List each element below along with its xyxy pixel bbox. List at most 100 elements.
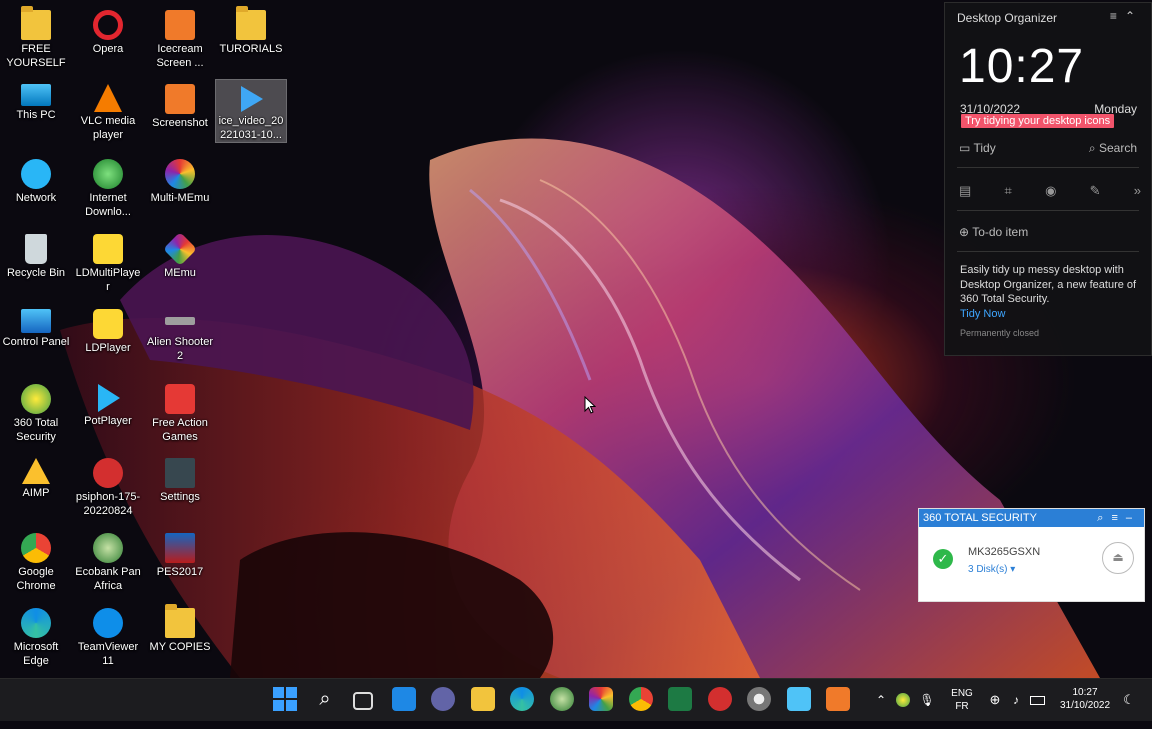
battery-icon[interactable] (1028, 679, 1046, 721)
collapse-icon[interactable]: ⌃ (1125, 9, 1143, 23)
crop-icon[interactable]: ⌗ (1005, 183, 1012, 199)
tidy-now-link[interactable]: Tidy Now (960, 308, 1005, 320)
free-action-games-icon (165, 384, 195, 414)
menu-icon[interactable]: ≡ (1111, 512, 1125, 524)
psiphon-icon[interactable] (708, 687, 732, 711)
desktop-icon[interactable]: Internet Downlo... (73, 153, 143, 219)
desktop-icon[interactable]: Multi-MEmu (145, 153, 215, 205)
network-globe-icon[interactable]: ⊕ (986, 679, 1004, 721)
desktop-icon[interactable]: Ecobank Pan Africa (73, 527, 143, 593)
tray-chevron-icon[interactable]: ⌃ (872, 679, 890, 721)
file-explorer-icon[interactable] (471, 687, 495, 711)
desktop-icon[interactable]: Icecream Screen ... (145, 4, 215, 70)
desktop-icon[interactable]: Google Chrome (1, 527, 71, 593)
microphone-icon[interactable]: 🎙 (918, 679, 936, 721)
todo-item-button[interactable]: ⊕ To-do item (959, 225, 1028, 239)
desktop-icon[interactable]: This PC (1, 78, 71, 122)
desktop-icon[interactable]: Screenshot (145, 78, 215, 130)
desktop-icon[interactable]: AIMP (1, 452, 71, 500)
desktop-icon[interactable]: Settings (145, 452, 215, 504)
icon-label: Free Action Games (152, 417, 208, 443)
icon-label: Alien Shooter 2 (146, 336, 214, 362)
settings-gear-icon[interactable] (747, 687, 771, 711)
desktop-icon[interactable]: Recycle Bin (1, 228, 71, 280)
security-titlebar: 360 TOTAL SECURITY ⌕≡– (919, 509, 1144, 527)
desktop: FREE YOURSELF Opera Icecream Screen ... … (0, 0, 300, 678)
icon-label: LDMultiPlaye r (75, 267, 141, 293)
settings-icon (165, 458, 195, 488)
security-controls: ⌕≡– (1097, 509, 1140, 527)
menu-icon[interactable]: ≡ (1110, 9, 1125, 23)
volume-icon[interactable]: ♪ (1007, 679, 1025, 721)
icon-label: Google Chrome (16, 566, 56, 592)
desktop-icon[interactable]: FREE YOURSELF (1, 4, 71, 70)
minimize-icon[interactable]: – (1126, 512, 1140, 524)
notepad-icon[interactable] (787, 687, 811, 711)
notifications-moon-icon[interactable]: ☾ (1120, 679, 1138, 721)
icon-label: ice_video_20 221031-10... (218, 115, 284, 141)
icon-label: VLC media player (80, 115, 136, 141)
play-icon (241, 86, 263, 112)
desktop-icon[interactable]: Control Panel (1, 303, 71, 349)
desktop-icon[interactable]: TeamViewer 11 (73, 602, 143, 668)
search-icon[interactable]: ⌕ (313, 687, 337, 711)
search-icon[interactable]: ⌕ (1097, 512, 1111, 524)
idm-globe-icon (93, 159, 123, 189)
desktop-icon[interactable]: 360 Total Security (1, 378, 71, 444)
desktop-icon-selected[interactable]: ice_video_20 221031-10... (215, 79, 287, 143)
icon-label: Recycle Bin (6, 267, 66, 279)
desktop-icon[interactable]: Opera (73, 4, 143, 56)
desktop-icon[interactable]: PotPlayer (73, 378, 143, 428)
desktop-icon[interactable]: Network (1, 153, 71, 205)
language-indicator[interactable]: ENG FR (946, 679, 978, 729)
eye-icon[interactable]: ◉ (1045, 183, 1056, 199)
add-circle-icon: ⊕ (959, 225, 970, 239)
more-chevron-icon[interactable]: » (1134, 183, 1141, 199)
icecream-recorder-icon[interactable] (826, 687, 850, 711)
desktop-icon[interactable]: psiphon-175-20220824 (73, 452, 143, 518)
clock[interactable]: 10:27 31/10/2022 (1054, 679, 1116, 728)
ecobank-icon[interactable] (550, 687, 574, 711)
permanently-closed-link[interactable]: Permanently closed (960, 328, 1039, 338)
desktop-icon[interactable]: MEmu (145, 228, 215, 280)
desktop-icon[interactable]: LDPlayer (73, 303, 143, 355)
organizer-window-controls: ≡⌃ (1110, 9, 1143, 23)
icon-label: Screenshot (152, 117, 208, 129)
excel-icon[interactable] (668, 687, 692, 711)
task-view-icon[interactable] (353, 692, 373, 710)
edit-icon[interactable]: ✎ (1090, 183, 1101, 199)
pes-icon (165, 533, 195, 563)
desktop-icon[interactable]: MY COPIES (145, 602, 215, 654)
desktop-icon[interactable]: PES2017 (145, 527, 215, 579)
edge-icon[interactable] (510, 687, 534, 711)
desktop-icon[interactable]: TURORIALS (216, 4, 286, 56)
teams-chat-icon[interactable] (431, 687, 455, 711)
monitor-icon: ▭ (959, 141, 971, 155)
notes-icon[interactable]: ▤ (959, 183, 971, 199)
desktop-icon[interactable]: Microsoft Edge (1, 602, 71, 668)
desktop-icon[interactable]: LDMultiPlaye r (73, 228, 143, 294)
icon-label: Icecream Screen ... (156, 43, 204, 69)
eject-icon[interactable]: ⏏ (1102, 542, 1134, 574)
opera-icon (93, 10, 123, 40)
desktop-icon[interactable]: Free Action Games (145, 378, 215, 444)
desktop-icon[interactable]: Alien Shooter 2 (145, 303, 215, 363)
tidy-button[interactable]: ▭ Tidy (959, 141, 996, 155)
divider (957, 251, 1139, 252)
widgets-icon[interactable] (392, 687, 416, 711)
tray-date: 31/10/2022 (1059, 700, 1111, 711)
start-button[interactable] (273, 687, 297, 711)
folder-icon (165, 604, 195, 638)
memu-icon[interactable] (589, 687, 613, 711)
vlc-cone-icon (94, 84, 122, 112)
disk-count-dropdown[interactable]: 3 Disk(s) ▾ (968, 564, 1015, 575)
icon-label: FREE YOURSELF (6, 43, 66, 69)
desktop-icon[interactable]: VLC media player (73, 78, 143, 142)
search-button[interactable]: ⌕ Search (1089, 141, 1137, 156)
360-tray-icon[interactable] (894, 679, 912, 721)
icon-label: PES2017 (156, 566, 204, 578)
icon-label: TeamViewer 11 (77, 641, 139, 667)
tidy-tip-badge[interactable]: Try tidying your desktop icons (961, 114, 1115, 128)
chrome-icon[interactable] (629, 687, 653, 711)
monitor-icon (21, 84, 51, 106)
